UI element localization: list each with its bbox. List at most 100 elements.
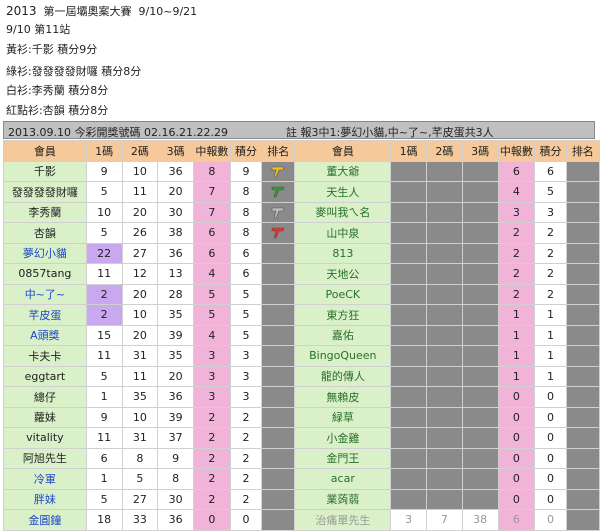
pick-3: 39	[157, 324, 195, 346]
member-name: 中~了~	[3, 283, 87, 305]
pick-3: 36	[157, 509, 195, 531]
table-row: 千影 9 10 36 8 9 董大爺 6 6	[3, 160, 600, 182]
hit-count: 1	[497, 345, 536, 367]
pick-2	[426, 345, 463, 367]
rank-cell	[565, 201, 600, 223]
member-name: 金圓鐘	[3, 509, 87, 531]
rank-cell	[565, 222, 600, 244]
rank-cell	[261, 160, 296, 182]
member-name: vitality	[3, 427, 87, 449]
member-name: 胖妹	[3, 488, 87, 510]
hit-count: 5	[193, 304, 231, 326]
pick-1: 1	[85, 468, 123, 490]
rank-cell	[261, 222, 296, 244]
rank-cell	[565, 263, 600, 285]
pick-1	[390, 488, 428, 510]
pick-1: 9	[85, 406, 123, 428]
pick-1	[390, 181, 428, 203]
pick-2: 26	[121, 222, 159, 244]
pick-3: 20	[157, 181, 195, 203]
member-name: 小金雞	[294, 427, 392, 449]
member-name: A頭獎	[3, 324, 87, 346]
pick-3: 38	[461, 509, 499, 531]
table-row: 胖妹 5 27 30 2 2 業蒟蒻 0 0	[3, 488, 600, 510]
pick-1	[390, 222, 428, 244]
hit-count: 0	[497, 447, 536, 469]
hit-count: 6	[497, 160, 536, 182]
pick-2: 20	[121, 324, 159, 346]
rank-cell	[565, 509, 600, 531]
score: 0	[534, 488, 567, 510]
member-name: 治痛單先生	[294, 509, 392, 531]
score: 5	[229, 324, 263, 346]
pick-2: 10	[121, 304, 159, 326]
pick-2: 35	[121, 386, 159, 408]
rank-cell	[261, 406, 296, 428]
pick-2	[426, 263, 463, 285]
pick-3	[461, 406, 499, 428]
pick-1	[390, 304, 428, 326]
table-row: 中~了~ 2 20 28 5 5 PoeCK 2 2	[3, 283, 600, 305]
score: 9	[229, 160, 263, 182]
hit-count: 4	[193, 263, 231, 285]
header-line-white: 白衫:李秀蘭 積分8分	[6, 84, 109, 97]
hit-count: 0	[193, 509, 231, 531]
pick-2	[426, 447, 463, 469]
pick-2: 20	[121, 201, 159, 223]
pick-1: 18	[85, 509, 123, 531]
score: 5	[229, 304, 263, 326]
pick-2: 27	[121, 242, 159, 264]
pick-1: 6	[85, 447, 123, 469]
rank-cell	[261, 468, 296, 490]
hit-count: 3	[193, 386, 231, 408]
pick-3: 38	[157, 222, 195, 244]
hit-count: 6	[193, 242, 231, 264]
pick-1: 9	[85, 160, 123, 182]
pick-3	[461, 386, 499, 408]
pick-1	[390, 263, 428, 285]
header-line-yellow: 黃衫:千影 積分9分	[6, 43, 98, 56]
table-row: vitality 11 31 37 2 2 小金雞 0 0	[3, 427, 600, 449]
hit-count: 6	[497, 509, 536, 531]
rank-cell	[565, 283, 600, 305]
pick-3: 8	[157, 468, 195, 490]
pick-3	[461, 447, 499, 469]
member-name: 總仔	[3, 386, 87, 408]
pick-1: 3	[390, 509, 428, 531]
column-header: 2碼	[121, 140, 159, 162]
hit-count: 0	[497, 386, 536, 408]
pick-3	[461, 365, 499, 387]
score: 2	[229, 488, 263, 510]
table-row: 芊皮蛋 2 10 35 5 5 東方狂 1 1	[3, 304, 600, 326]
score: 8	[229, 201, 263, 223]
header-range: 9/10~9/21	[138, 5, 198, 18]
pick-1: 22	[85, 242, 123, 264]
member-name: 龍的傳人	[294, 365, 392, 387]
hit-count: 6	[193, 222, 231, 244]
rank-cell	[261, 242, 296, 264]
column-header: 1碼	[390, 140, 428, 162]
member-name: eggtart	[3, 365, 87, 387]
column-header: 2碼	[426, 140, 463, 162]
member-name: 天地公	[294, 263, 392, 285]
pick-2	[426, 283, 463, 305]
hit-count: 2	[193, 427, 231, 449]
hit-count: 1	[497, 304, 536, 326]
table-row: 蘿妹 9 10 39 2 2 緑草 0 0	[3, 406, 600, 428]
hit-count: 0	[497, 406, 536, 428]
rank-cell	[261, 304, 296, 326]
pick-3: 30	[157, 488, 195, 510]
member-name: 天生人	[294, 181, 392, 203]
pick-3: 36	[157, 160, 195, 182]
rank-shirt-icon	[271, 207, 285, 219]
member-name: 董大爺	[294, 160, 392, 182]
column-header: 排名	[261, 140, 296, 162]
score: 2	[229, 468, 263, 490]
pick-3	[461, 242, 499, 264]
pick-2	[426, 488, 463, 510]
pick-2	[426, 222, 463, 244]
draw-info: 2013.09.10 今彩開獎號碼 02.16.21.22.29	[8, 126, 228, 139]
pick-2: 31	[121, 345, 159, 367]
pick-3: 35	[157, 304, 195, 326]
rank-cell	[261, 201, 296, 223]
